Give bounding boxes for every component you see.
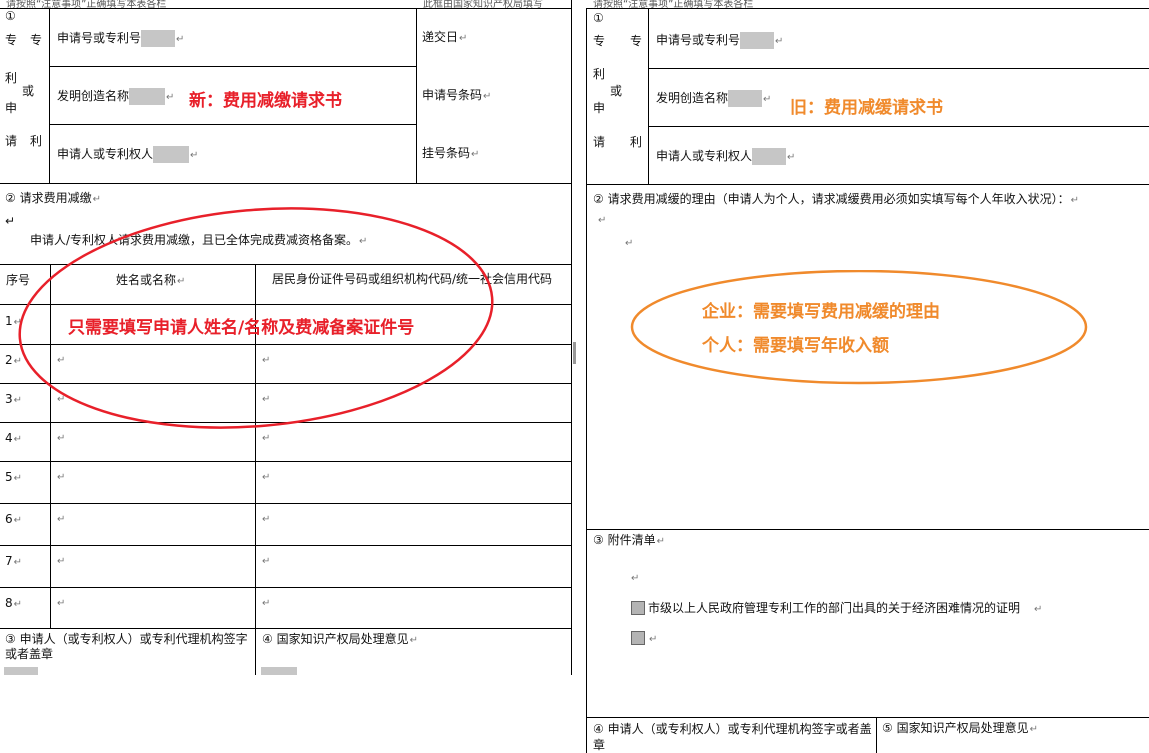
right-vlabel-3: 利 xyxy=(593,67,606,81)
right-section3-title: ③ 附件清单↵ xyxy=(593,533,665,547)
redaction-block xyxy=(740,32,775,49)
right-invention-name: 发明创造名称 ↵ xyxy=(656,90,772,107)
attachment-checkbox-2[interactable] xyxy=(631,631,645,645)
right-section5-title: ⑤ 国家知识产权局处理意见↵ xyxy=(882,721,1038,735)
right-vlabel-1: 专 xyxy=(593,34,606,48)
attachment-checkbox-1[interactable] xyxy=(631,601,645,615)
annotation-old-form: 旧：费用减缓请求书 xyxy=(790,98,943,118)
redaction-block xyxy=(4,667,38,675)
right-section4-title: ④ 申请人（或专利权人）或专利代理机构签字或者盖章 xyxy=(593,722,872,752)
right-left-border xyxy=(586,8,587,753)
right-section2-title: ② 请求费用减缓的理由（申请人为个人，请求减缓费用必须如实填写每个人年收入状况）… xyxy=(593,192,1079,206)
right-vlabel-7: 利 xyxy=(630,135,643,149)
redaction-block xyxy=(728,90,763,107)
right-vlabel-6: 请 xyxy=(593,135,606,149)
attachment-item-1: 市级以上人民政府管理专利工作的部门出具的关于经济困难情况的证明 ↵ xyxy=(648,601,1043,615)
annotation-enterprise: 企业：需要填写费用减缓的理由 xyxy=(702,302,940,322)
redaction-block xyxy=(752,148,787,165)
right-section1-number: ① xyxy=(593,11,604,25)
right-vlabel-2: 专 xyxy=(630,34,643,48)
left-section3-title: ③ 申请人（或专利权人）或专利代理机构签字或者盖章 xyxy=(5,632,248,661)
redaction-block xyxy=(261,667,297,675)
red-ellipse xyxy=(18,207,494,429)
page-splitter xyxy=(573,342,576,364)
right-vlabel-4: 或 xyxy=(610,84,623,98)
right-applicant-number: 申请号或专利号 ↵ xyxy=(656,32,784,49)
right-vlabel-5: 申 xyxy=(593,101,606,115)
right-applicant: 申请人或专利权人 ↵ xyxy=(656,148,796,165)
left-section4-title: ④ 国家知识产权局处理意见↵ xyxy=(262,632,418,646)
annotation-individual: 个人：需要填写年收入额 xyxy=(702,336,889,356)
